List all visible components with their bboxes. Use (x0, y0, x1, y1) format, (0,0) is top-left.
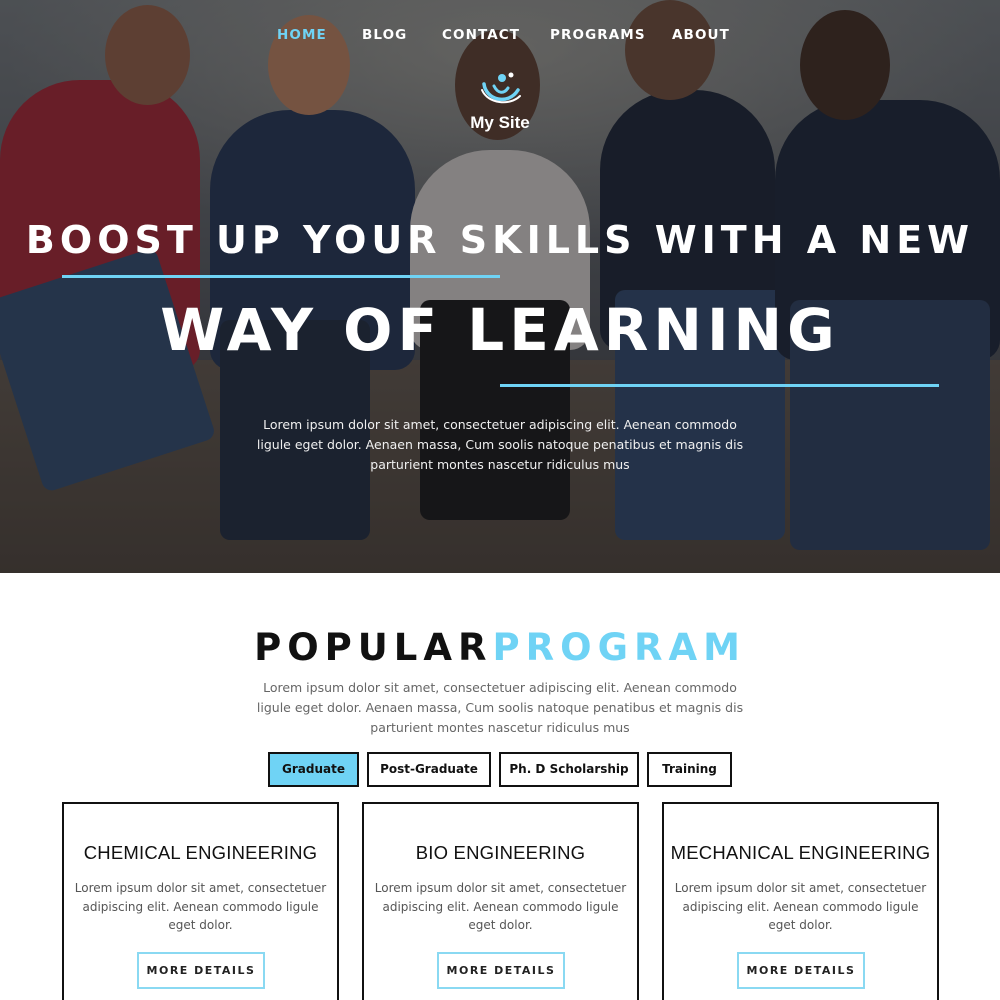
tab-graduate[interactable]: Graduate (268, 752, 359, 787)
tab-post-graduate[interactable]: Post-Graduate (367, 752, 491, 787)
card-description: Lorem ipsum dolor sit amet, consectetuer… (374, 881, 627, 932)
card-description: Lorem ipsum dolor sit amet, consectetuer… (674, 881, 927, 932)
card-title: BIO ENGINEERING (415, 842, 586, 863)
tab-phd-scholarship[interactable]: Ph. D Scholarship (499, 752, 639, 787)
card-title: CHEMICAL ENGINEERING (83, 842, 318, 863)
site-name[interactable]: My Site (0, 113, 1000, 133)
nav-item-about[interactable]: ABOUT (672, 27, 730, 43)
program-card-bio: BIO ENGINEERING Lorem ipsum dolor sit am… (362, 802, 639, 1000)
more-details-button[interactable]: MORE DETAILS (737, 952, 865, 989)
programs-title-light: PROGRAM (492, 626, 746, 669)
nav-item-blog[interactable]: BLOG (362, 27, 407, 43)
hero-description: Lorem ipsum dolor sit amet, consectetuer… (256, 417, 744, 472)
programs-title: POPULARPROGRAM (0, 626, 1000, 669)
programs-title-dark: POPULAR (254, 626, 493, 669)
program-card-mechanical: MECHANICAL ENGINEERING Lorem ipsum dolor… (662, 802, 939, 1000)
main-nav: HOME BLOG CONTACT PROGRAMS ABOUT (0, 27, 1000, 47)
card-title: MECHANICAL ENGINEERING (670, 842, 931, 863)
nav-item-home[interactable]: HOME (277, 27, 327, 43)
hero-heading-line2: WAY OF LEARNING (160, 296, 840, 364)
hero-accent-bar-top (62, 275, 500, 278)
more-details-button[interactable]: MORE DETAILS (437, 952, 565, 989)
programs-description: Lorem ipsum dolor sit amet, consectetuer… (256, 680, 744, 735)
nav-item-contact[interactable]: CONTACT (442, 27, 520, 43)
hero-section: HOME BLOG CONTACT PROGRAMS ABOUT My Site… (0, 0, 1000, 573)
tab-training[interactable]: Training (647, 752, 732, 787)
hero-heading-line1: BOOST UP YOUR SKILLS WITH A NEW (25, 218, 975, 262)
people-swirl-icon[interactable] (478, 70, 522, 110)
nav-item-programs[interactable]: PROGRAMS (550, 27, 646, 43)
program-card-chemical: CHEMICAL ENGINEERING Lorem ipsum dolor s… (62, 802, 339, 1000)
hero-accent-bar-bottom (500, 384, 939, 387)
more-details-button[interactable]: MORE DETAILS (137, 952, 265, 989)
card-description: Lorem ipsum dolor sit amet, consectetuer… (74, 881, 327, 932)
